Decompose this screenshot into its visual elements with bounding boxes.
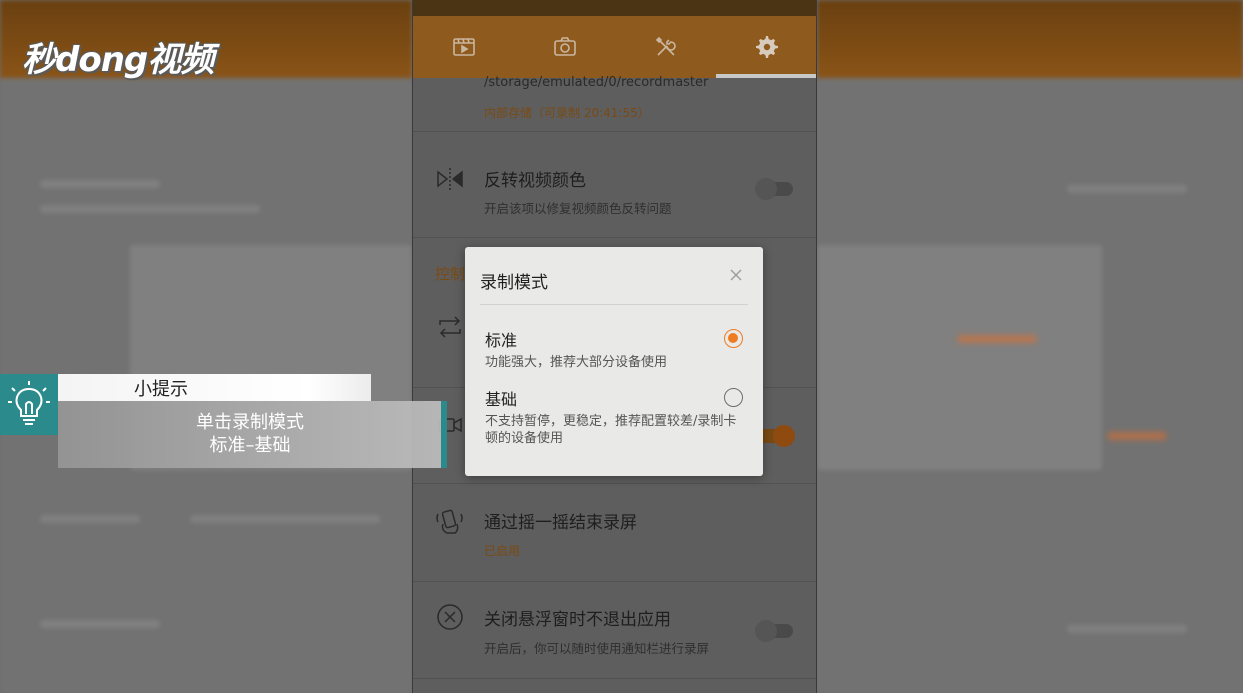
dialog-title: 录制模式	[480, 273, 548, 293]
option-basic-radio[interactable]	[724, 388, 743, 407]
option-standard[interactable]: 标准 功能强大，推荐大部分设备使用	[465, 325, 763, 375]
tip-icon-box	[0, 374, 58, 435]
invert-colors-row[interactable]: 反转视频颜色 开启该项以修复视频颜色反转问题	[413, 132, 816, 238]
ghost-line	[1067, 625, 1187, 633]
status-bar	[413, 0, 816, 16]
tools-icon	[655, 36, 676, 56]
brand-logo: 秒dong视频	[22, 40, 214, 80]
top-tab-bar	[413, 16, 816, 78]
shake-to-stop-title: 通过摇一摇结束录屏	[484, 513, 637, 533]
shake-to-stop-status: 已启用	[484, 544, 521, 558]
tip-heading: 小提示	[134, 379, 188, 400]
recording-mode-dialog: 录制模式 标准 功能强大，推荐大部分设备使用 基础 不支持暂停，更稳定，推荐配置…	[465, 247, 763, 476]
invert-colors-toggle[interactable]	[755, 178, 793, 200]
ghost-line	[40, 180, 160, 188]
ghost-line	[1067, 185, 1187, 193]
invert-colors-title: 反转视频颜色	[484, 171, 586, 191]
option-basic-label: 基础	[485, 390, 518, 409]
shake-hand-icon	[436, 509, 463, 534]
storage-info: 内部存储（可录制 20:41:55）	[484, 106, 650, 120]
option-basic-description: 不支持暂停，更稳定，推荐配置较差/录制卡顿的设备使用	[485, 414, 737, 446]
close-floating-toggle[interactable]	[755, 620, 793, 642]
gear-icon	[755, 36, 778, 58]
close-icon[interactable]	[728, 267, 744, 283]
section-label-control: 控制	[435, 265, 466, 283]
close-floating-subtitle: 开启后，你可以随时使用通知栏进行录屏	[484, 641, 710, 656]
ghost-orange-toggle	[957, 335, 1037, 343]
blurred-backdrop-right	[817, 0, 1243, 693]
repeat-icon	[439, 316, 461, 338]
tip-line-2: 标准–基础	[209, 435, 291, 456]
tip-accent-bar	[441, 401, 447, 468]
blurred-backdrop-left	[0, 0, 412, 693]
ghost-dialog	[817, 245, 1102, 470]
lightbulb-icon	[8, 380, 50, 425]
toggle-knob	[755, 178, 777, 200]
flip-icon	[437, 168, 463, 190]
close-floating-title: 关闭悬浮窗时不退出应用	[484, 610, 671, 630]
close-floating-row[interactable]: 关闭悬浮窗时不退出应用 开启后，你可以随时使用通知栏进行录屏	[413, 582, 816, 679]
shake-to-stop-row[interactable]: 通过摇一摇结束录屏 已启用	[413, 484, 816, 582]
ghost-line	[40, 205, 260, 213]
tab-settings[interactable]	[716, 16, 816, 78]
option-standard-label: 标准	[485, 331, 518, 350]
close-circle-icon	[437, 604, 463, 630]
tip-body: 单击录制模式 标准–基础	[58, 401, 442, 468]
ghost-line	[40, 620, 160, 628]
video-library-icon	[452, 38, 475, 56]
tip-heading-bar: 小提示	[58, 374, 371, 401]
tab-screenshot[interactable]	[514, 16, 615, 78]
dialog-divider	[480, 304, 748, 305]
option-basic[interactable]: 基础 不支持暂停，更稳定，推荐配置较差/录制卡顿的设备使用	[465, 385, 763, 455]
tip-line-1: 单击录制模式	[196, 412, 304, 433]
backdrop-header-band	[817, 0, 1243, 78]
toggle-knob	[755, 620, 777, 642]
storage-location-row[interactable]: /storage/emulated/0/recordmaster 内部存储（可录…	[413, 75, 816, 132]
option-standard-description: 功能强大，推荐大部分设备使用	[485, 355, 668, 370]
tab-tools[interactable]	[615, 16, 716, 78]
invert-colors-subtitle: 开启该项以修复视频颜色反转问题	[484, 201, 672, 216]
ghost-orange-toggle	[1107, 432, 1167, 440]
camera-icon	[553, 37, 576, 56]
ghost-line	[40, 515, 140, 523]
toggle-knob	[773, 425, 795, 447]
ghost-line	[190, 515, 380, 523]
storage-path: /storage/emulated/0/recordmaster	[484, 75, 709, 90]
option-standard-radio[interactable]	[724, 329, 743, 348]
tab-videos[interactable]	[413, 16, 514, 78]
